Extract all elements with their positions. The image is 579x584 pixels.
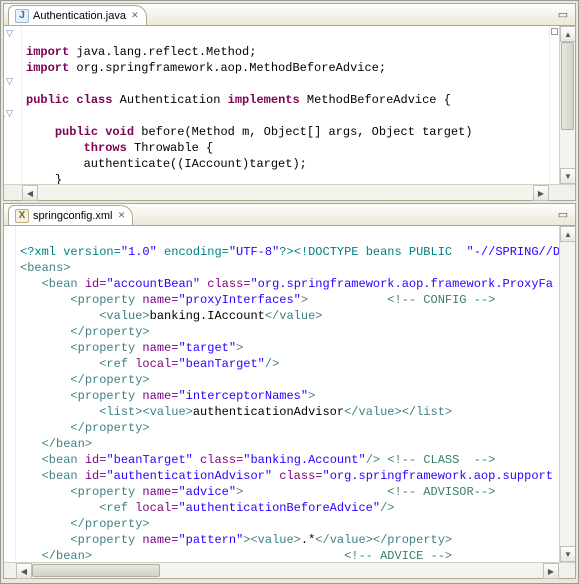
scroll-thumb[interactable]: [561, 42, 574, 130]
scroll-track[interactable]: [38, 185, 533, 200]
java-toolbar: ▭: [555, 6, 571, 22]
scroll-right-icon[interactable]: ▶: [533, 185, 549, 201]
vertical-scrollbar[interactable]: ▲ ▼: [559, 26, 575, 184]
tab-springconfig-xml[interactable]: X springconfig.xml ✕: [8, 205, 133, 225]
overview-marker: [551, 28, 558, 35]
java-code-area[interactable]: import java.lang.reflect.Method; import …: [22, 26, 549, 184]
scroll-up-icon[interactable]: ▲: [560, 226, 575, 242]
xml-editor-body: <?xml version="1.0" encoding="UTF-8"?><!…: [4, 226, 575, 562]
horizontal-scrollbar[interactable]: ◀ ▶: [4, 562, 575, 578]
java-file-icon: J: [15, 9, 29, 23]
java-editor-pane: J Authentication.java ✕ ▭ ▽ ▽ △ ▽ import…: [3, 3, 576, 201]
xml-code-area[interactable]: <?xml version="1.0" encoding="UTF-8"?><!…: [16, 226, 559, 562]
scroll-track[interactable]: [32, 563, 543, 578]
xml-toolbar: ▭: [555, 206, 571, 222]
override-marker-icon[interactable]: △: [4, 109, 5, 118]
xml-tab-bar: X springconfig.xml ✕ ▭: [4, 204, 575, 226]
scroll-down-icon[interactable]: ▼: [560, 546, 575, 562]
scroll-left-icon[interactable]: ◀: [22, 185, 38, 201]
java-editor-body: ▽ ▽ △ ▽ import java.lang.reflect.Method;…: [4, 26, 575, 184]
maximize-icon[interactable]: ▭: [555, 6, 571, 22]
scroll-right-icon[interactable]: ▶: [543, 563, 559, 579]
fold-toggle-icon[interactable]: ▽: [6, 109, 13, 118]
xml-gutter[interactable]: [4, 226, 16, 562]
tab-authentication-java[interactable]: J Authentication.java ✕: [8, 5, 147, 25]
scroll-up-icon[interactable]: ▲: [560, 26, 575, 42]
java-overview-ruler[interactable]: [549, 26, 559, 184]
fold-toggle-icon[interactable]: ▽: [6, 29, 13, 38]
close-icon[interactable]: ✕: [130, 11, 140, 21]
java-tab-bar: J Authentication.java ✕ ▭: [4, 4, 575, 26]
vertical-scrollbar[interactable]: ▲ ▼: [559, 226, 575, 562]
scroll-down-icon[interactable]: ▼: [560, 168, 575, 184]
xml-editor-pane: X springconfig.xml ✕ ▭ <?xml version="1.…: [3, 203, 576, 579]
horizontal-scrollbar[interactable]: ◀ ▶: [4, 184, 575, 200]
java-gutter[interactable]: ▽ ▽ △ ▽: [4, 26, 22, 184]
scroll-track[interactable]: [560, 42, 575, 168]
xml-file-icon: X: [15, 209, 29, 223]
scroll-track[interactable]: [560, 242, 575, 546]
tab-label: Authentication.java: [33, 10, 126, 22]
scroll-thumb[interactable]: [32, 564, 160, 577]
tab-label: springconfig.xml: [33, 210, 112, 222]
close-icon[interactable]: ✕: [116, 211, 126, 221]
scroll-left-icon[interactable]: ◀: [16, 563, 32, 579]
maximize-icon[interactable]: ▭: [555, 206, 571, 222]
fold-toggle-icon[interactable]: ▽: [6, 77, 13, 86]
